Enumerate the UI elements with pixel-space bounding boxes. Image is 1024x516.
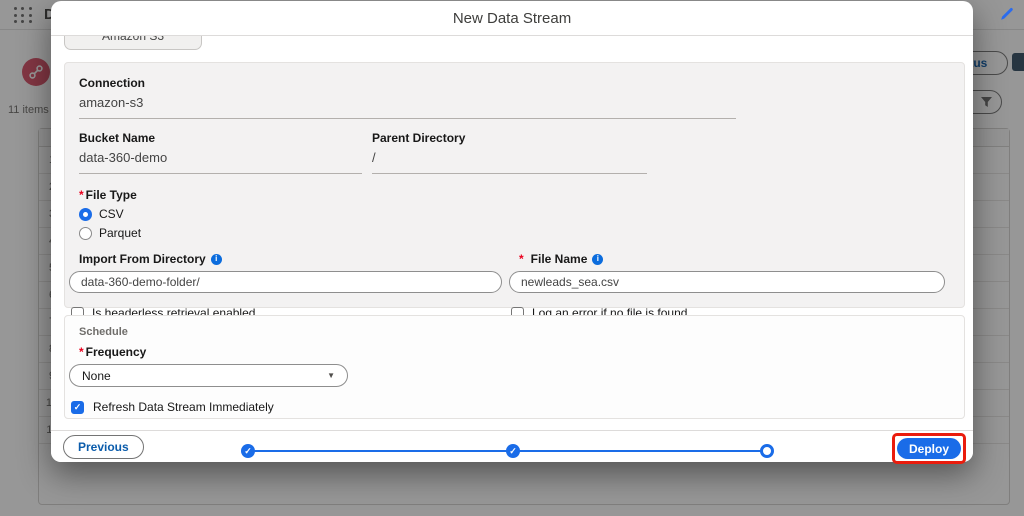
frequency-label: * Frequency (79, 345, 147, 359)
refresh-checkbox-label: Refresh Data Stream Immediately (93, 400, 274, 414)
connection-value: amazon-s3 (79, 95, 144, 110)
file-name-value: newleads_sea.csv (521, 275, 620, 289)
modal-footer: Previous ✓ ✓ Deploy (51, 430, 973, 464)
refresh-checkbox-item[interactable]: ✓ Refresh Data Stream Immediately (71, 400, 950, 414)
schedule-heading: Schedule (79, 326, 128, 338)
import-directory-group: Import From Directory i data-360-demo-fo… (69, 252, 502, 293)
deploy-button-label: Deploy (908, 441, 949, 456)
modal-title: New Data Stream (452, 9, 572, 27)
progress-line-2 (517, 450, 764, 452)
progress-step-3-current-icon (760, 444, 774, 458)
chevron-down-icon: ▼ (327, 371, 335, 380)
deploy-highlight-box: Deploy (891, 433, 966, 464)
parent-directory-field: Parent Directory / (372, 131, 647, 174)
file-type-label: * File Type (79, 188, 137, 202)
required-asterisk: * (519, 252, 524, 266)
progress-step-2-complete-icon: ✓ (506, 444, 520, 458)
file-name-group: * File Name i newleads_sea.csv (509, 252, 945, 293)
file-name-label: * File Name i (519, 252, 945, 266)
radio-label-csv: CSV (99, 207, 124, 221)
info-icon[interactable]: i (210, 253, 222, 265)
connection-field: Connection amazon-s3 (79, 76, 736, 119)
source-chip-label: Amazon S3 (102, 36, 164, 43)
modal-header: New Data Stream (51, 1, 973, 36)
bucket-name-value: data-360-demo (79, 150, 168, 165)
file-type-option-csv[interactable]: CSV (79, 207, 950, 221)
edit-pencil-icon[interactable] (999, 6, 1015, 22)
required-asterisk: * (79, 188, 84, 202)
progress-line-1 (251, 450, 509, 452)
bucket-name-label: Bucket Name (79, 131, 156, 145)
progress-step-1-complete-icon: ✓ (241, 444, 255, 458)
schedule-panel: Schedule * Frequency None ▼ ✓ Refresh Da… (64, 315, 965, 419)
required-asterisk: * (79, 345, 84, 359)
frequency-selected-value: None (82, 368, 111, 383)
source-chip[interactable]: Amazon S3 (64, 36, 202, 50)
file-type-option-parquet[interactable]: Parquet (79, 226, 950, 240)
parent-directory-value: / (372, 150, 376, 165)
connection-details-panel: Connection amazon-s3 Bucket Name data-36… (64, 62, 965, 320)
import-directory-input[interactable]: data-360-demo-folder/ (69, 271, 502, 293)
frequency-select[interactable]: None ▼ (69, 364, 348, 387)
parent-directory-label: Parent Directory (372, 131, 466, 145)
connection-label: Connection (79, 76, 145, 90)
radio-label-parquet: Parquet (99, 226, 142, 240)
new-data-stream-modal: New Data Stream Amazon S3 Connection ama… (51, 1, 973, 464)
radio-unselected[interactable] (79, 226, 92, 240)
checkbox-checked[interactable]: ✓ (71, 400, 84, 414)
info-icon[interactable]: i (592, 253, 604, 265)
previous-button-label: Previous (78, 440, 129, 454)
import-directory-value: data-360-demo-folder/ (81, 275, 200, 289)
bucket-name-field: Bucket Name data-360-demo (79, 131, 362, 174)
radio-selected[interactable] (79, 207, 92, 221)
previous-button[interactable]: Previous (63, 435, 144, 459)
source-chip-clipped: Amazon S3 (64, 36, 202, 51)
import-directory-label: Import From Directory i (79, 252, 502, 266)
deploy-button[interactable]: Deploy (896, 438, 961, 459)
file-name-input[interactable]: newleads_sea.csv (509, 271, 945, 293)
